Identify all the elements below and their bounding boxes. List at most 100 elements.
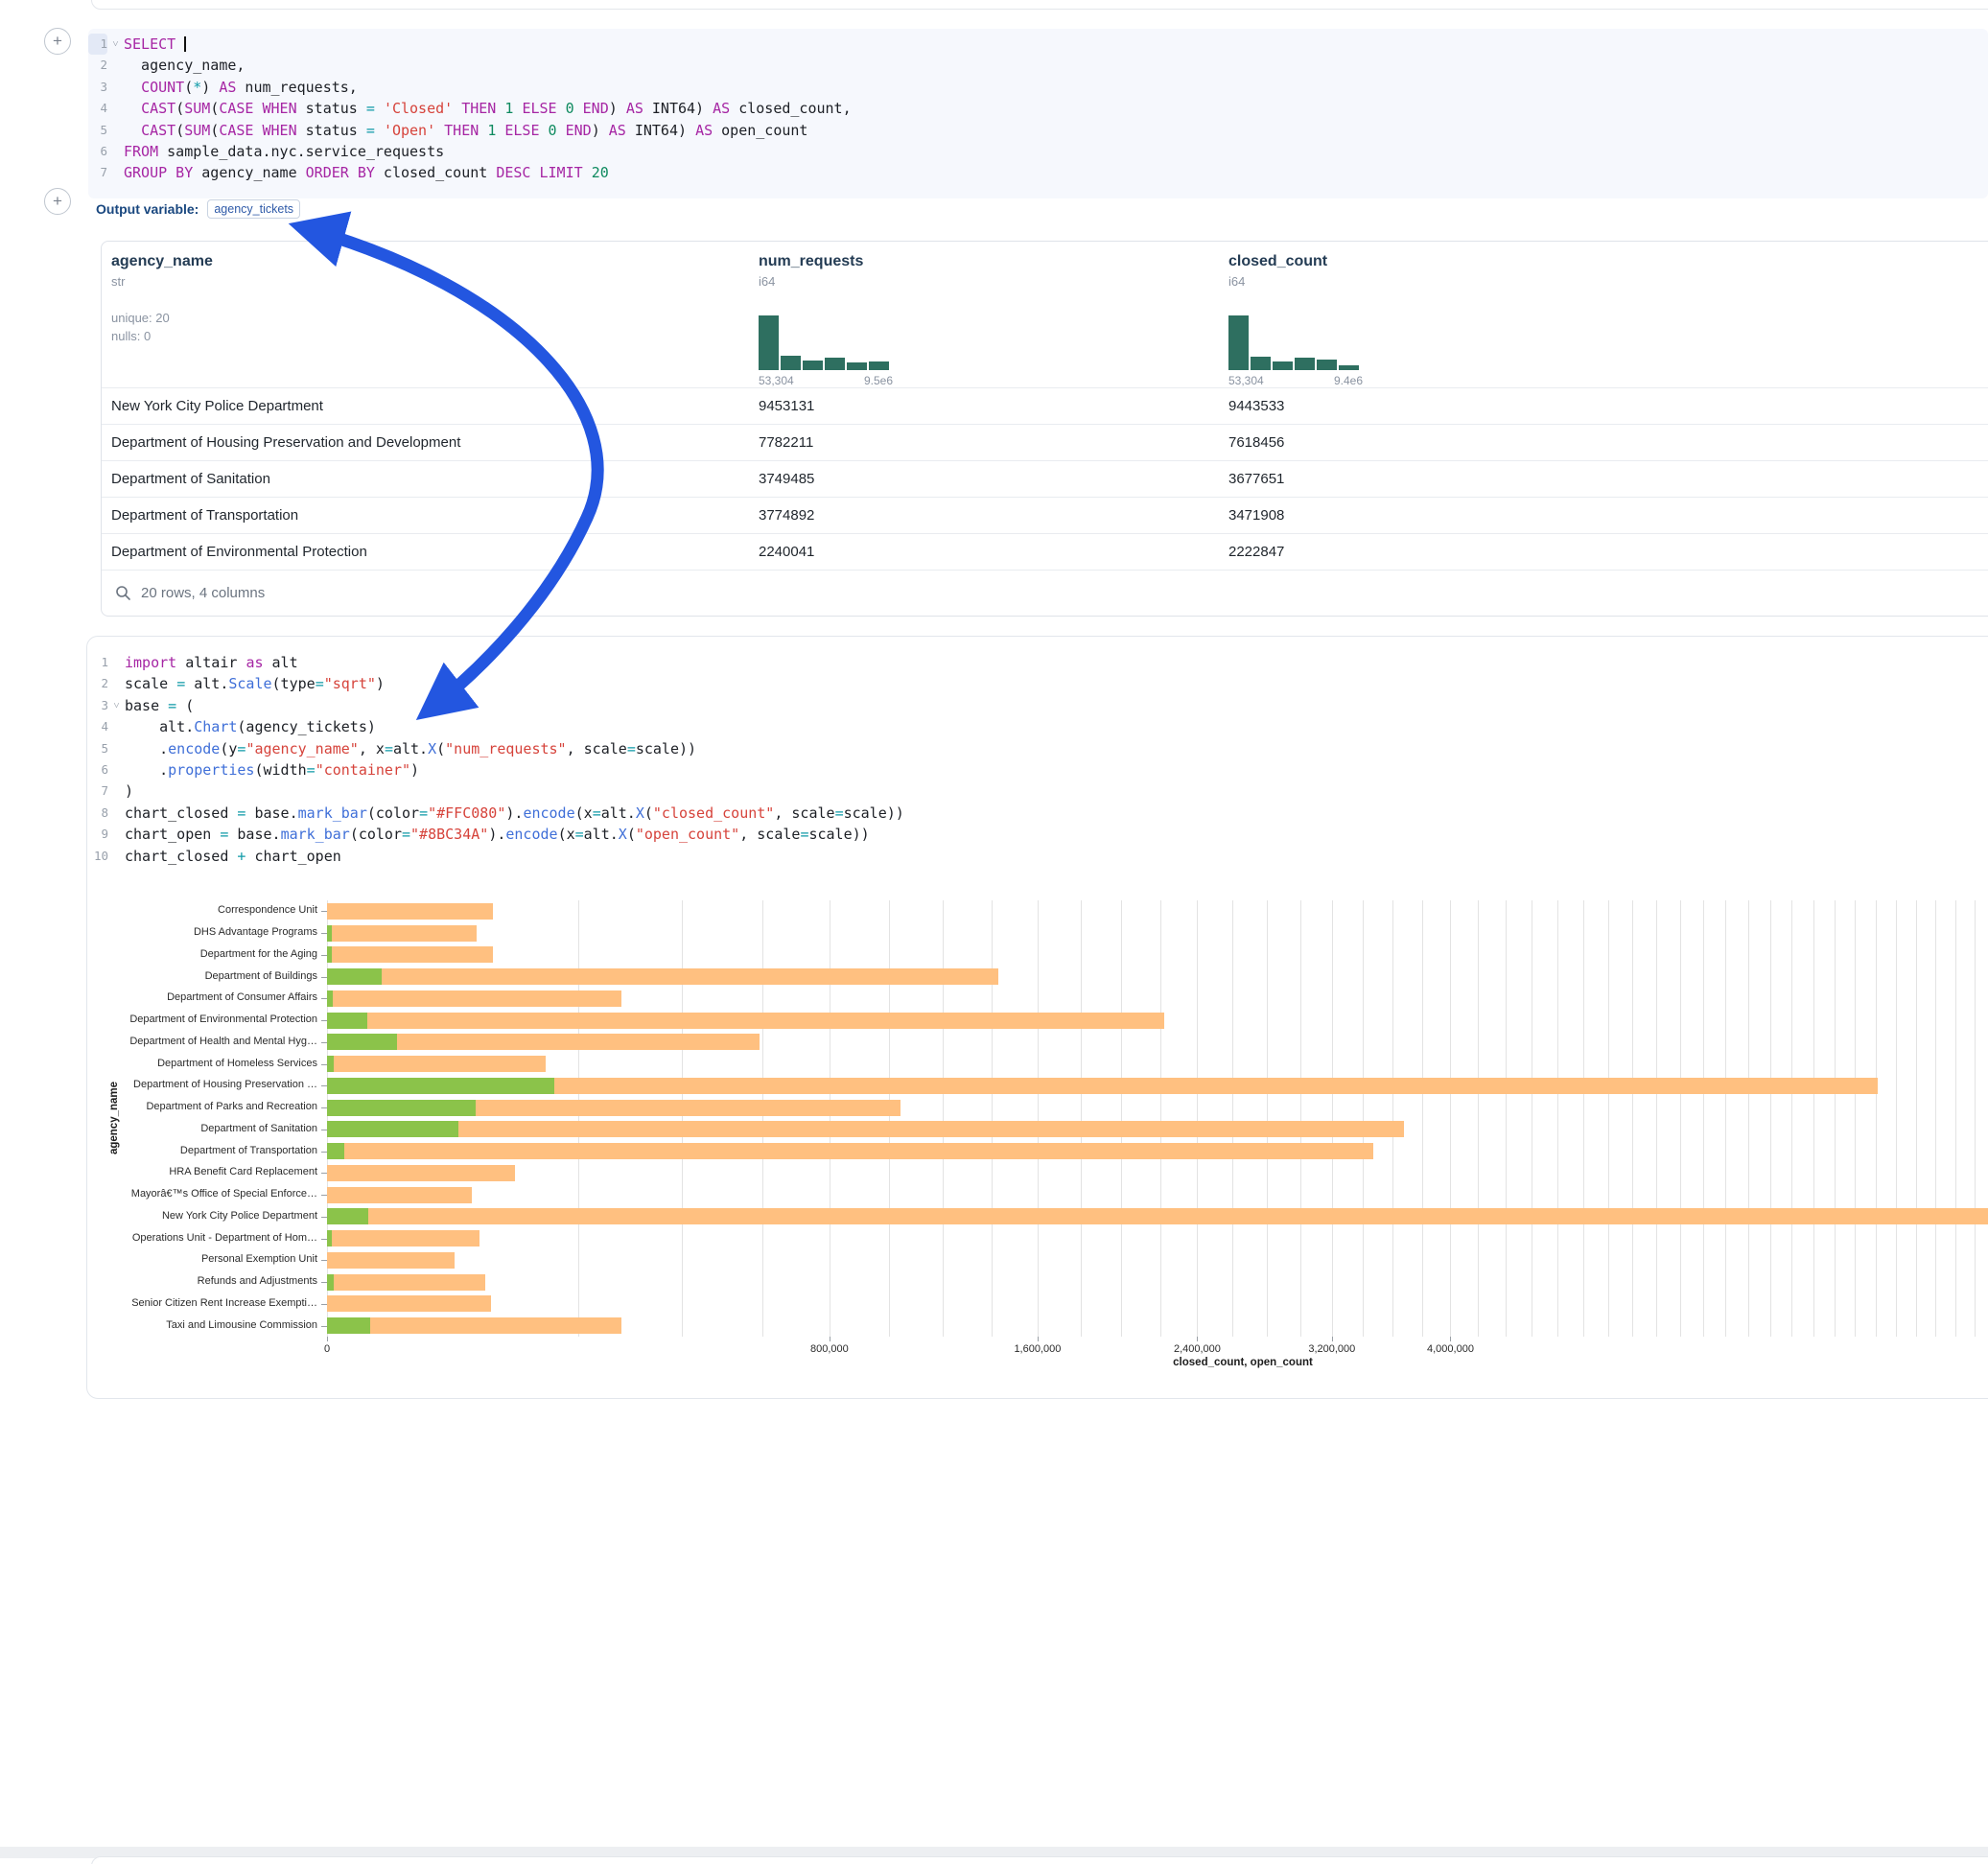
line-number: 3: [88, 77, 107, 98]
table-cell: 3749485: [759, 461, 814, 497]
code-text: CAST(SUM(CASE WHEN status = 'Open' THEN …: [124, 120, 807, 141]
code-token: altair: [176, 654, 246, 671]
search-icon[interactable]: [115, 585, 131, 601]
column-header[interactable]: num_requestsi6453,3049.5e6: [759, 253, 1171, 289]
code-token: 0: [566, 100, 574, 117]
code-token: =: [627, 740, 636, 757]
code-token: SELECT: [124, 35, 175, 53]
code-line: 3 COUNT(*) AS num_requests,: [88, 77, 1988, 98]
code-line: 4 CAST(SUM(CASE WHEN status = 'Closed' T…: [88, 98, 1988, 119]
bar-closed: [327, 1295, 491, 1312]
histogram-bar: [1339, 365, 1359, 370]
bar-closed: [327, 990, 621, 1007]
bar-open: [327, 925, 332, 942]
bar-open: [327, 1034, 397, 1050]
line-number: 6: [89, 759, 108, 781]
x-tick-label: 2,400,000: [1154, 1343, 1240, 1355]
code-token: ): [592, 122, 609, 139]
column-name: agency_name: [111, 253, 524, 270]
bar-closed: [327, 1252, 455, 1269]
histogram-bar: [1273, 361, 1293, 370]
table-row[interactable]: Department of Sanitation37494853677651: [102, 460, 1988, 497]
table-row[interactable]: Department of Housing Preservation and D…: [102, 424, 1988, 460]
sql-code-editor[interactable]: 1˅SELECT2 agency_name,3 COUNT(*) AS num_…: [88, 29, 1988, 198]
gridline: [1703, 900, 1704, 1337]
code-token: [453, 100, 461, 117]
table-row[interactable]: New York City Police Department945313194…: [102, 387, 1988, 424]
table-cell: 3774892: [759, 498, 814, 533]
code-token: [557, 100, 566, 117]
gridline: [889, 900, 890, 1337]
code-token: AS: [626, 100, 643, 117]
add-cell-button[interactable]: +: [44, 188, 71, 215]
x-tick: [1038, 1337, 1039, 1341]
column-stat: unique: 20: [111, 311, 170, 325]
code-token: FROM: [124, 143, 158, 160]
column-histogram: [759, 315, 893, 370]
code-token: DESC: [496, 164, 530, 181]
python-code-editor[interactable]: 1import altair as alt2scale = alt.Scale(…: [89, 652, 1988, 867]
y-tick-label: Senior Citizen Rent Increase Exempti…: [87, 1297, 317, 1309]
chevron-down-icon[interactable]: ˅: [108, 695, 125, 716]
code-token: CASE: [219, 100, 253, 117]
table-cell: 2240041: [759, 534, 814, 570]
table-cell: 2222847: [1228, 534, 1284, 570]
code-token: (: [210, 122, 219, 139]
code-token: Chart: [194, 718, 237, 735]
code-token: =: [366, 100, 375, 117]
bar-closed: [327, 1230, 479, 1247]
histogram-bar: [1317, 360, 1337, 370]
code-token: [124, 100, 141, 117]
add-cell-button[interactable]: +: [44, 28, 71, 55]
code-token: encode: [168, 740, 220, 757]
gridline: [1506, 900, 1507, 1337]
code-text: SELECT: [124, 34, 186, 55]
line-number: 7: [88, 162, 107, 183]
line-number: 7: [89, 781, 108, 802]
code-token: =: [593, 804, 601, 822]
table-row[interactable]: Department of Transportation377489234719…: [102, 497, 1988, 533]
code-token: alt.: [601, 804, 636, 822]
code-line: 2scale = alt.Scale(type="sqrt"): [89, 673, 1988, 694]
line-number: 9: [89, 824, 108, 845]
line-number: 1: [89, 652, 108, 673]
column-header[interactable]: agency_namestrunique: 20nulls: 0: [111, 253, 524, 289]
code-token: (: [176, 697, 194, 714]
bar-closed: [327, 1208, 1988, 1224]
histogram-bar: [825, 358, 845, 370]
code-token: (: [436, 740, 445, 757]
gridline: [1608, 900, 1609, 1337]
code-token: (color: [350, 826, 402, 843]
table-cell: Department of Transportation: [111, 498, 298, 533]
x-tick: [1332, 1337, 1333, 1341]
y-axis-title: agency_name: [108, 1082, 120, 1154]
table-row[interactable]: Department of Environmental Protection22…: [102, 533, 1988, 570]
result-table: agency_namestrunique: 20nulls: 0 num_requ…: [101, 241, 1988, 617]
column-header[interactable]: closed_counti6453,3049.4e6: [1228, 253, 1641, 289]
next-cell-edge: [91, 1856, 1988, 1864]
code-token: as: [246, 654, 263, 671]
code-token: [479, 122, 487, 139]
gridline: [1081, 900, 1082, 1337]
gridline: [992, 900, 993, 1337]
code-token: sample_data.nyc.service_requests: [158, 143, 444, 160]
y-tick-label: Department of Parks and Recreation: [87, 1101, 317, 1112]
code-token: status: [297, 100, 366, 117]
histogram-bar: [781, 356, 801, 370]
chevron-down-icon[interactable]: ˅: [107, 34, 124, 55]
x-tick-label: 4,000,000: [1407, 1343, 1493, 1355]
code-token: ): [201, 79, 219, 96]
histogram-min-label: 53,304: [1228, 374, 1264, 387]
histogram-max-label: 9.4e6: [1334, 374, 1363, 387]
code-text: alt.Chart(agency_tickets): [125, 716, 376, 737]
y-tick-label: Department of Housing Preservation …: [87, 1079, 317, 1090]
code-token: Scale: [228, 675, 271, 692]
code-line: 8chart_closed = base.mark_bar(color="#FF…: [89, 803, 1988, 824]
column-name: num_requests: [759, 253, 1171, 270]
code-token: status: [297, 122, 366, 139]
code-token: base.: [228, 826, 280, 843]
code-token: "#FFC080": [428, 804, 505, 822]
bar-closed: [327, 925, 477, 942]
y-tick-label: Department for the Aging: [87, 948, 317, 960]
output-variable-pill[interactable]: agency_tickets: [207, 199, 300, 219]
